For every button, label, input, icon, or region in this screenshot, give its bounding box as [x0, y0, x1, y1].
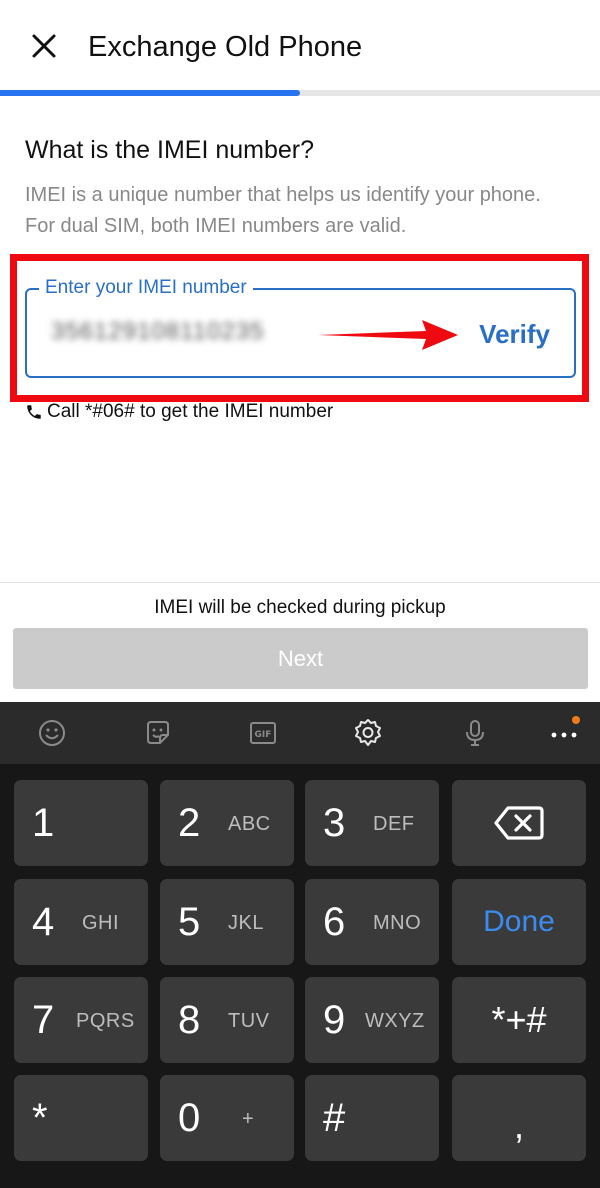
- progress-fill: [0, 90, 300, 96]
- verify-button[interactable]: Verify: [479, 318, 550, 350]
- key-6[interactable]: 6 MNO: [305, 879, 439, 965]
- settings-button[interactable]: [350, 715, 386, 751]
- key-7[interactable]: 7 PQRS: [14, 977, 148, 1063]
- sticker-icon: [147, 721, 169, 744]
- star-key[interactable]: *: [14, 1075, 148, 1161]
- backspace-key[interactable]: [452, 780, 586, 866]
- comma-key[interactable]: ,: [452, 1075, 586, 1161]
- pickup-note: IMEI will be checked during pickup: [154, 597, 446, 618]
- done-key[interactable]: Done: [452, 879, 586, 965]
- call-hint-text: Call *#06# to get the IMEI number: [47, 401, 334, 422]
- imei-field[interactable]: Enter your IMEI number Verify: [25, 276, 576, 378]
- screen: Exchange Old Phone What is the IMEI numb…: [0, 0, 600, 1188]
- emoji-button[interactable]: [34, 715, 70, 751]
- hash-key[interactable]: #: [305, 1075, 439, 1161]
- bottom-bar: IMEI will be checked during pickup Next: [0, 582, 600, 702]
- phone-icon: [27, 405, 41, 419]
- smiley-icon: [39, 720, 65, 746]
- question-description: IMEI is a unique number that helps us id…: [25, 184, 541, 237]
- microphone-icon: [466, 720, 484, 746]
- close-icon: [32, 34, 56, 58]
- sticker-button[interactable]: [140, 715, 176, 751]
- app-header: Exchange Old Phone: [0, 0, 600, 96]
- notification-dot-icon: [572, 716, 580, 724]
- imei-input[interactable]: [51, 318, 291, 346]
- call-hint: Call *#06# to get the IMEI number: [25, 400, 333, 424]
- close-button[interactable]: [26, 28, 62, 64]
- keyboard-toolbar: GIF: [0, 702, 600, 764]
- more-icon: [551, 716, 580, 738]
- key-1[interactable]: 1: [14, 780, 148, 866]
- star-plus-hash-key[interactable]: *+#: [452, 977, 586, 1063]
- question-heading: What is the IMEI number?: [25, 136, 315, 164]
- key-2[interactable]: 2 ABC: [160, 780, 294, 866]
- imei-field-label: Enter your IMEI number: [39, 276, 253, 300]
- gif-button[interactable]: GIF: [245, 715, 281, 751]
- voice-input-button[interactable]: [457, 715, 493, 751]
- progress-bar: [0, 90, 600, 96]
- settings-icon: [355, 719, 381, 746]
- key-3[interactable]: 3 DEF: [305, 780, 439, 866]
- numeric-keyboard: 1 2 ABC 3 DEF 4 GHI 5 JKL 6 MNO Done 7 P…: [0, 764, 600, 1188]
- annotation-arrow-icon: [318, 320, 458, 350]
- gif-icon: GIF: [250, 722, 276, 744]
- next-button[interactable]: Next: [13, 628, 588, 689]
- page-title: Exchange Old Phone: [88, 31, 363, 63]
- key-0[interactable]: 0 +: [160, 1075, 294, 1161]
- key-5[interactable]: 5 JKL: [160, 879, 294, 965]
- key-9[interactable]: 9 WXYZ: [305, 977, 439, 1063]
- more-button[interactable]: [546, 715, 582, 751]
- key-4[interactable]: 4 GHI: [14, 879, 148, 965]
- key-8[interactable]: 8 TUV: [160, 977, 294, 1063]
- svg-text:GIF: GIF: [255, 730, 272, 740]
- backspace-icon: [494, 806, 544, 840]
